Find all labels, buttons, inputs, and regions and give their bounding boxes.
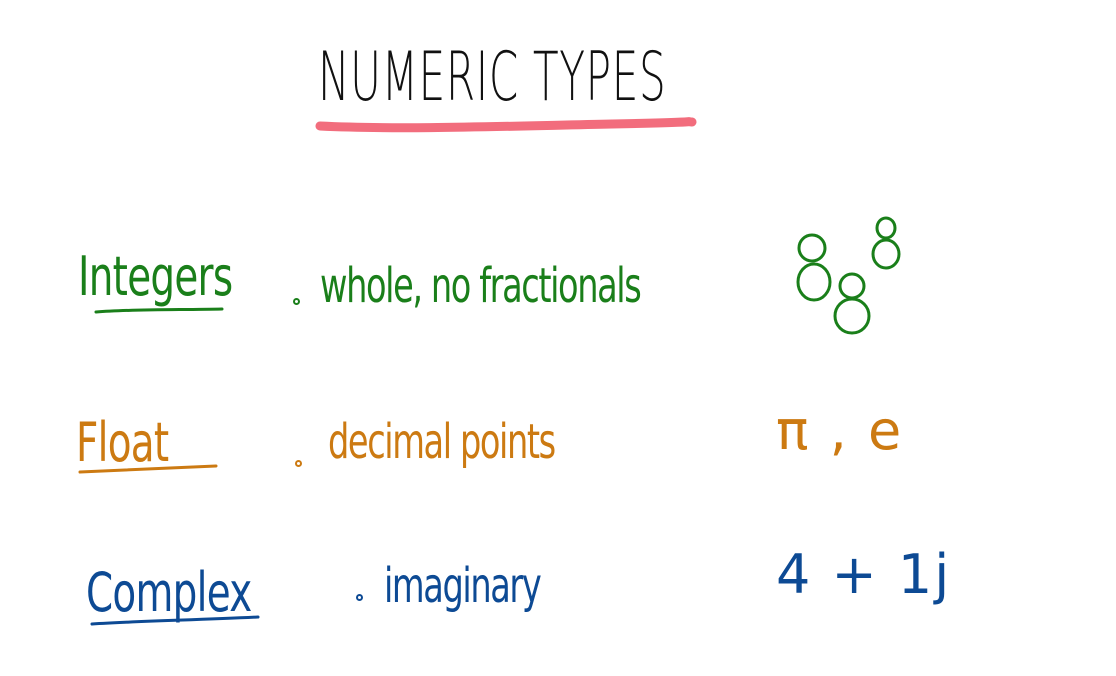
term-float-underline [78, 464, 218, 474]
term-integers-underline [94, 307, 224, 314]
example-float: π , e [776, 399, 904, 462]
example-integers-eights [796, 216, 901, 335]
desc-integers: whole, no fractionals [320, 258, 642, 314]
term-complex-underline [90, 615, 260, 626]
term-integers: Integers [78, 245, 233, 308]
desc-float: decimal points [328, 414, 556, 470]
title-underline [315, 117, 697, 133]
whiteboard-canvas: NUMERIC TYPES Integers whole, no fractio… [0, 0, 1116, 676]
desc-complex: imaginary [384, 558, 542, 614]
page-title: NUMERIC TYPES [318, 38, 667, 117]
example-complex: 4 + 1j [776, 543, 952, 606]
bullet-float [295, 460, 302, 467]
bullet-complex [356, 594, 363, 601]
bullet-integers [293, 298, 300, 305]
